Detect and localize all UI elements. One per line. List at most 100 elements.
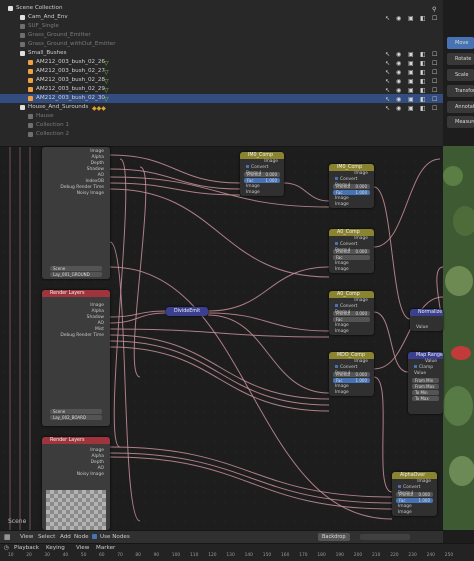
outliner-row[interactable]: AM212_003_bush_02_26 ▽ ↖ ◉ ▣ ◧ ☐ [0,58,443,67]
menu-marker[interactable]: Marker [96,545,115,551]
layer-field[interactable]: Lay_002_BOARD [50,415,102,420]
fac-field[interactable]: Fac 1.000 [333,190,370,195]
outliner-row-label: AM212_003_bush_02_27 [36,68,105,74]
menu-select[interactable]: Select [38,531,55,543]
outliner-row[interactable]: House_And_Surounds ◆◆◆ ↖ ◉ ▣ ◧ ☐ [0,103,443,112]
menu-add[interactable]: Add [60,531,71,543]
outliner-row[interactable]: AM212_003_bush_02_30 ▽ ↖ ◉ ▣ ◧ ☐ [0,94,443,103]
viewport-preview[interactable] [443,146,474,530]
fac-field[interactable]: Fac [333,317,370,322]
outliner-row[interactable]: AM212_003_bush_02_28 ▽ ↖ ◉ ▣ ◧ ☐ [0,76,443,85]
mix-node-3[interactable]: A0_Comp Image Convert Premul Premul 0.000 Fac… [329,229,374,273]
mix-node-1[interactable]: IM0_Comp Image Convert Premul Premul 0.000 Fa… [240,152,284,196]
normalize-node[interactable]: Normalize Value [410,309,443,331]
node-link[interactable] [109,346,330,412]
checkbox[interactable] [246,165,249,168]
fac-field[interactable]: Fac 1.000 [333,378,370,383]
fac-field[interactable]: Fac [333,255,370,260]
outliner-row[interactable]: Grass_Ground_Emitter [0,31,443,40]
node-link[interactable] [109,188,330,278]
tool-rotate[interactable]: Rotate [447,53,474,65]
field-value: 1.000 [355,190,367,195]
editor-type-icon[interactable]: ▦ [4,531,11,543]
outliner-row[interactable]: SUF_Single [0,22,443,31]
node-link[interactable] [133,166,147,378]
map-range-input[interactable]: From Min [412,378,439,383]
mix-node-5[interactable]: MDO_Comp Image Convert Premul Premul 0.000 Fa… [329,352,374,396]
node-link[interactable] [207,312,330,332]
outliner-row[interactable]: Collection 1 [0,121,443,130]
convert-premul-option[interactable]: Convert Premul [329,365,374,376]
outliner-row[interactable]: AM212_003_bush_02_27 ▽ ↖ ◉ ▣ ◧ ☐ [0,67,443,76]
node-link[interactable] [283,182,330,202]
node-link[interactable] [373,376,393,493]
use-nodes-checkbox[interactable] [92,534,97,539]
map-range-node[interactable]: Map Range Value Clamp Value From Min From … [408,352,443,414]
field-label: Fac [336,190,343,195]
mix-node-2[interactable]: IM0_Comp Image Convert Premul Premul 0.000 Fa… [329,164,374,208]
node-link[interactable] [373,186,411,320]
menu-playback[interactable]: Playback [14,545,39,551]
tool-move[interactable]: Move [447,37,474,49]
checkbox[interactable] [335,304,338,307]
menu-node[interactable]: Node [74,531,89,543]
convert-premul-option[interactable]: Convert Premul [329,242,374,253]
checkbox[interactable] [335,365,338,368]
tool-scale[interactable]: Scale [447,69,474,81]
map-range-input[interactable]: From Max [412,384,439,389]
render-layers-node-1[interactable]: Image Alpha Depth Shadow AO IndexOB Debug Rend… [42,147,110,279]
frame-number: 10 [8,553,14,558]
node-link[interactable] [109,310,167,318]
mix-node-6[interactable]: AlphaOver Image Convert Premul Premul 0.000 F… [392,472,437,516]
layer-field[interactable]: Lay_001_GROUND [50,272,102,277]
node-link[interactable] [113,158,127,448]
menu-view[interactable]: View [20,531,33,543]
fac-field[interactable]: Fac 1.000 [244,178,280,183]
outliner-row[interactable]: Small_Bushes ↖ ◉ ▣ ◧ ☐ [0,49,443,58]
checkbox[interactable] [335,242,338,245]
checkbox[interactable] [335,177,338,180]
render-layers-node-3[interactable]: Render Layers Image Alpha Depth AO Noisy Ima… [42,437,110,530]
outliner-row[interactable]: Grass_Ground_withOut_Emitter [0,40,443,49]
node-link[interactable] [109,168,241,190]
node-link[interactable] [109,241,141,522]
node-link[interactable] [109,334,330,400]
checkbox[interactable] [398,485,401,488]
tool-transform[interactable]: Transform [447,85,474,97]
outliner-row[interactable]: Hause [0,112,443,121]
convert-premul-option[interactable]: Convert Premul [392,485,437,496]
map-range-input[interactable]: To Max [412,396,439,401]
header-controls[interactable] [360,534,410,540]
node-link[interactable] [373,311,409,373]
fac-field[interactable]: Fac 1.000 [396,498,433,503]
field-label: Fac [336,255,343,260]
outliner-row[interactable]: Cam_And_Env ↖ ◉ ▣ ◧ ☐ [0,13,443,22]
checkbox[interactable] [414,365,417,368]
backdrop-button[interactable]: Backdrop [318,533,350,541]
node-link[interactable] [109,340,330,406]
convert-premul-option[interactable]: Convert Premul [329,177,374,188]
scene-field[interactable]: Scene [50,266,102,271]
scene-field[interactable]: Scene [50,409,102,414]
node-link[interactable] [207,314,330,394]
outliner-row[interactable]: Collection 2 [0,130,443,139]
timeline-type-icon[interactable]: ◷ [4,545,9,551]
outliner-row[interactable]: AM212_003_bush_02_29 ▽ ↖ ◉ ▣ ◧ ☐ [0,85,443,94]
tool-annotate[interactable]: Annotate [447,101,474,113]
field-value: 0.000 [355,184,367,189]
map-range-input[interactable]: To Min [412,390,439,395]
render-layers-node-2[interactable]: Render Layers Image Alpha Shadow AO Mist Debu… [42,290,110,426]
node-link[interactable] [207,266,330,312]
convert-premul-option[interactable]: Convert Premul [329,304,374,315]
collection-icon [20,24,25,29]
node-link[interactable] [109,182,241,196]
node-link[interactable] [109,328,330,338]
divide-node[interactable]: DivideEmit [166,307,208,316]
tool-measure[interactable]: Measure [447,116,474,128]
menu-keying[interactable]: Keying [46,545,65,551]
outliner-row[interactable]: Scene Collection ⚲ [0,4,443,13]
convert-premul-option[interactable]: Convert Premul [240,165,284,176]
mix-node-4[interactable]: A0_Comp Image Convert Premul Premul 0.000 Fac… [329,291,374,335]
node-editor-canvas[interactable]: Image Alpha Depth Shadow AO IndexOB Debug Rend… [0,147,443,530]
menu-view[interactable]: View [76,545,89,551]
